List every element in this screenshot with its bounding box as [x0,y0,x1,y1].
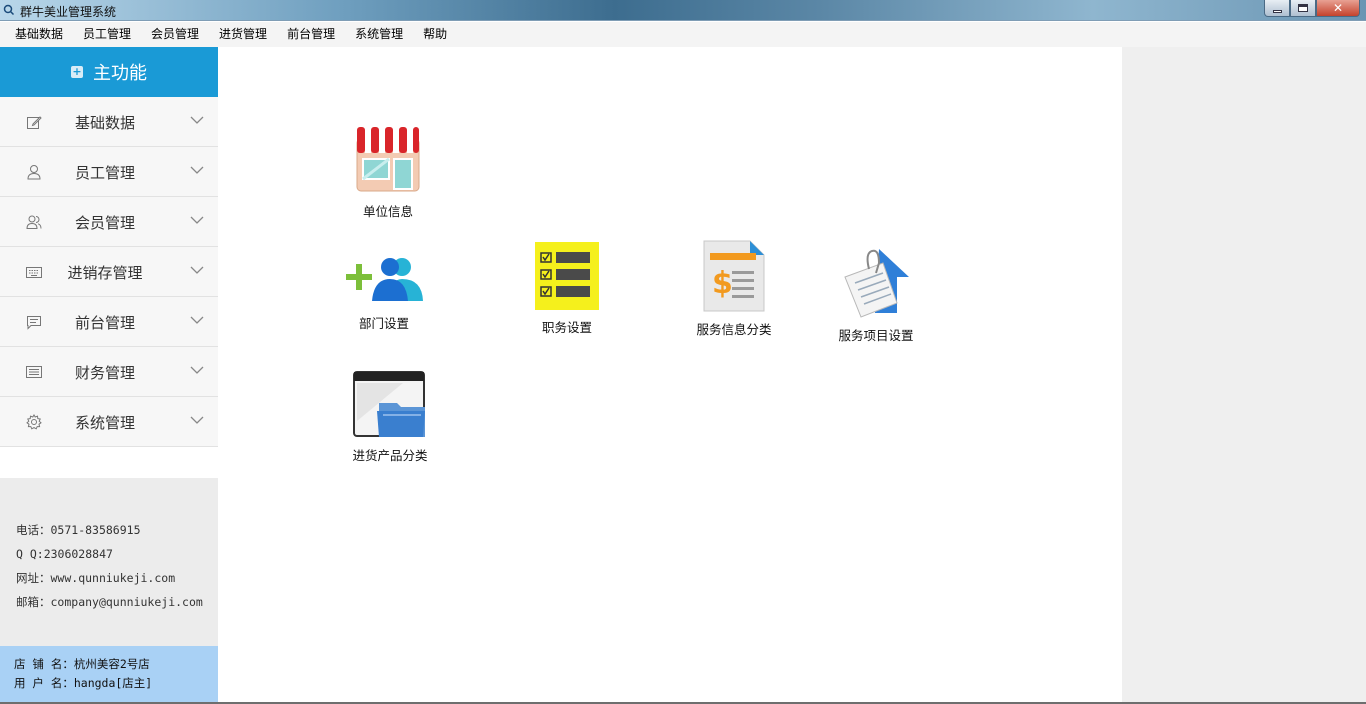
right-panel [1122,47,1366,704]
plus-icon: + [71,65,83,78]
close-button[interactable]: ✕ [1316,0,1360,17]
tile-label: 服务信息分类 [696,322,772,337]
chevron-down-icon [190,366,204,374]
title-bar: 群牛美业管理系统 ✕ [0,0,1366,21]
tile-label: 部门设置 [358,316,409,331]
sidebar-item-label: 基础数据 [74,114,135,132]
chevron-down-icon [190,216,204,224]
contact-email: 邮箱：company@qunniukeji.com [16,595,203,609]
folder-window-icon [353,371,425,437]
tile-label: 服务项目设置 [838,328,914,343]
tile-department-settings[interactable]: 部门设置 [324,253,444,332]
chevron-down-icon [190,166,204,174]
sidebar-item-staff[interactable]: 员工管理 [0,147,218,197]
maximize-icon [1298,4,1308,12]
store-user: 用 户 名：hangda[店主] [14,676,153,690]
sidebar-header[interactable]: + 主功能 [0,47,218,97]
menu-bar: 基础数据 员工管理 会员管理 进货管理 前台管理 系统管理 帮助 [0,22,1366,47]
chevron-down-icon [190,116,204,124]
store-info: 店 铺 名：杭州美容2号店 用 户 名：hangda[店主] [0,646,218,704]
tile-service-item-settings[interactable]: 服务项目设置 [816,243,936,344]
tile-unit-info[interactable]: 单位信息 [328,125,448,220]
main-panel: 单位信息 部门设置 职务设置 $ 服务信息分类 服务项目设置 进货产品分类 [218,47,1122,704]
checklist-icon [535,242,599,310]
chevron-down-icon [190,266,204,274]
maximize-button[interactable] [1290,0,1316,17]
menu-basic-data[interactable]: 基础数据 [5,22,73,47]
document-upload-icon [844,249,909,318]
sidebar-item-label: 进销存管理 [67,264,143,282]
menu-front-desk[interactable]: 前台管理 [277,22,345,47]
sidebar-item-finance[interactable]: 财务管理 [0,347,218,397]
sidebar-item-label: 会员管理 [74,214,135,232]
contact-website: 网址：www.qunniukeji.com [16,571,176,585]
add-group-icon [346,258,423,301]
menu-staff[interactable]: 员工管理 [73,22,141,47]
window-title: 群牛美业管理系统 [20,5,117,19]
menu-system[interactable]: 系统管理 [345,22,413,47]
menu-members[interactable]: 会员管理 [141,22,209,47]
sidebar: + 主功能 基础数据 员工管理 会员管理 进销存管理 前台管理 财务管理 系统管… [0,47,218,704]
close-icon: ✕ [1332,1,1344,15]
sidebar-header-label: 主功能 [93,63,147,84]
sidebar-item-basic-data[interactable]: 基础数据 [0,97,218,147]
contact-info: 电话：0571-83586915 Q Q:2306028847 网址：www.q… [0,478,218,646]
sidebar-item-label: 财务管理 [74,364,135,382]
sidebar-item-label: 员工管理 [74,164,135,182]
store-name: 店 铺 名：杭州美容2号店 [14,657,150,671]
chevron-down-icon [190,316,204,324]
tile-position-settings[interactable]: 职务设置 [507,241,627,336]
contact-phone: 电话：0571-83586915 [16,523,141,537]
sidebar-item-inventory[interactable]: 进销存管理 [0,247,218,297]
tile-service-info-category[interactable]: $ 服务信息分类 [674,239,794,338]
tile-purchase-product-category[interactable]: 进货产品分类 [330,371,450,464]
sidebar-item-members[interactable]: 会员管理 [0,197,218,247]
svg-text:$: $ [712,266,733,301]
menu-purchase[interactable]: 进货管理 [209,22,277,47]
contact-qq: Q Q:2306028847 [16,547,113,561]
tile-label: 单位信息 [362,204,413,219]
invoice-dollar-icon: $ [703,240,765,312]
sidebar-item-front-desk[interactable]: 前台管理 [0,297,218,347]
sidebar-item-label: 前台管理 [74,314,135,332]
sidebar-item-label: 系统管理 [74,414,135,432]
tile-label: 职务设置 [541,320,592,335]
sidebar-item-system[interactable]: 系统管理 [0,397,218,447]
chevron-down-icon [190,416,204,424]
tile-label: 进货产品分类 [352,448,428,463]
storefront-icon [356,127,420,192]
minimize-button[interactable] [1264,0,1290,17]
app-icon [3,4,15,16]
menu-help[interactable]: 帮助 [413,22,457,47]
minimize-icon [1272,9,1282,13]
